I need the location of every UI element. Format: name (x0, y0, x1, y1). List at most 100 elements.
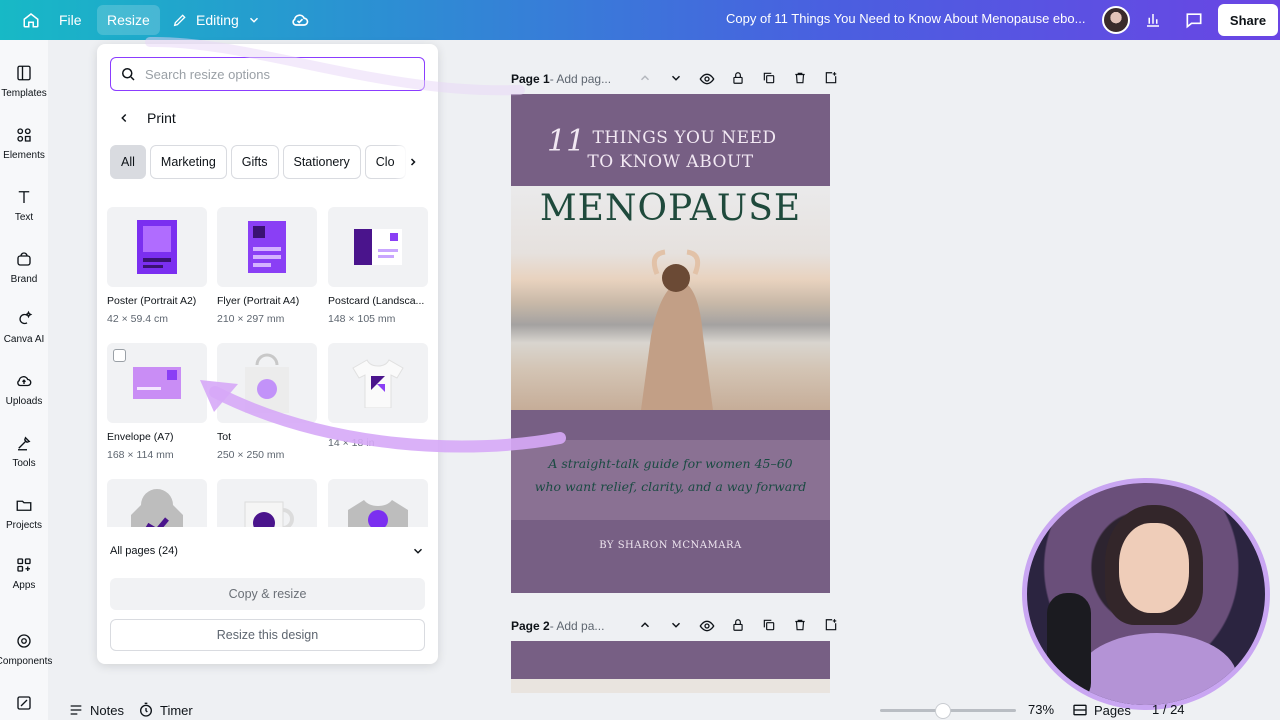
rail-item-templates[interactable]: Templates (0, 64, 48, 99)
page-label: Page 2 (511, 619, 550, 633)
option-size: 210 × 297 mm (217, 313, 285, 325)
resize-option[interactable]: 14 × 18 in (328, 343, 428, 449)
resize-option[interactable]: Postcard (Landsca... 148 × 105 mm (328, 207, 428, 325)
editing-mode-dropdown[interactable]: Editing (162, 5, 271, 35)
rail-item-brand[interactable]: Brand (0, 250, 48, 285)
avatar[interactable] (1102, 6, 1130, 34)
lock-icon (732, 619, 743, 631)
rail-item-canva-ai[interactable]: Canva AI (0, 310, 48, 345)
select-checkbox[interactable] (113, 349, 126, 362)
add-page-icon (825, 72, 836, 84)
resize-option[interactable]: Envelope (A7) 168 × 114 mm (107, 343, 207, 461)
eye-icon (699, 620, 714, 632)
hide-page-button[interactable] (691, 71, 722, 87)
add-page-icon (825, 619, 836, 631)
resize-option[interactable] (107, 479, 207, 527)
page-title-input[interactable]: - Add pag... (550, 72, 611, 86)
page-2-header: Page 2 - Add pa... (511, 614, 836, 638)
delete-page-button[interactable] (784, 71, 815, 87)
comments-button[interactable] (1182, 8, 1206, 32)
rail-label: Brand (10, 274, 38, 285)
resize-option[interactable]: Tot 250 × 250 mm (217, 343, 317, 461)
tshirt-thumbnail (328, 343, 428, 423)
chip-all[interactable]: All (110, 145, 146, 179)
rail-item-apps[interactable]: Apps (0, 556, 48, 591)
pages-button[interactable]: Pages (1072, 702, 1131, 718)
chip-marketing[interactable]: Marketing (149, 145, 227, 179)
move-down-button[interactable] (660, 618, 691, 634)
bar-chart-icon (1147, 14, 1159, 27)
resize-option[interactable]: Poster (Portrait A2) 42 × 59.4 cm (107, 207, 207, 325)
cover-big-title: MENOPAUSE (539, 188, 802, 229)
rail-item-projects[interactable]: Projects (0, 496, 48, 531)
chips-next-button[interactable] (395, 145, 425, 179)
notes-label: Notes (90, 702, 124, 718)
zoom-slider-handle[interactable] (934, 703, 951, 719)
insights-button[interactable] (1141, 8, 1165, 32)
chip-stationery[interactable]: Stationery (282, 145, 361, 179)
resize-button[interactable]: Resize (97, 5, 160, 35)
lock-page-button[interactable] (722, 71, 753, 87)
resize-option[interactable] (328, 479, 428, 527)
add-page-button[interactable] (815, 71, 846, 87)
zoom-value[interactable]: 73% (1028, 702, 1054, 717)
page-1-canvas[interactable]: THINGS YOU NEED TO KNOW ABOUT 11 MENOPAU… (511, 94, 830, 593)
cloud-save-status[interactable] (280, 5, 320, 35)
rail-item-uploads[interactable]: Uploads (0, 372, 48, 407)
flyer-thumbnail (217, 207, 317, 287)
webcam-overlay (1022, 478, 1270, 710)
move-up-button[interactable] (629, 71, 660, 87)
timer-button[interactable]: Timer (138, 702, 193, 718)
postcard-thumbnail (328, 207, 428, 287)
document-title[interactable]: Copy of 11 Things You Need to Know About… (726, 11, 1085, 26)
rail-item-elements[interactable]: Elements (0, 126, 48, 161)
envelope-thumbnail (107, 343, 207, 423)
rail-item-draw[interactable] (0, 694, 48, 718)
move-up-button[interactable] (629, 618, 660, 634)
rail-item-text[interactable]: Text (0, 188, 48, 223)
back-chevron-icon[interactable] (117, 111, 131, 125)
resize-panel: Print AllMarketingGiftsStationeryClo Pos… (97, 44, 438, 664)
resize-option[interactable] (217, 479, 317, 527)
duplicate-icon (763, 72, 774, 84)
hide-page-button[interactable] (691, 618, 722, 634)
chevron-up-icon (640, 75, 649, 81)
resize-this-design-button[interactable]: Resize this design (110, 619, 425, 651)
page-2-canvas[interactable] (511, 641, 830, 693)
rail-item-tools[interactable]: Tools (0, 434, 48, 469)
page-title-input[interactable]: - Add pa... (550, 619, 605, 633)
duplicate-page-button[interactable] (753, 71, 784, 87)
duplicate-icon (763, 619, 774, 631)
rail-item-components[interactable]: Components (0, 632, 52, 667)
chip-gifts[interactable]: Gifts (230, 145, 279, 179)
option-name: Flyer (Portrait A4) (217, 295, 300, 307)
option-size: 250 × 250 mm (217, 449, 285, 461)
components-icon (17, 634, 31, 648)
copy-and-resize-button[interactable]: Copy & resize (110, 578, 425, 610)
option-name: Tot (217, 431, 232, 443)
add-page-button[interactable] (815, 618, 846, 634)
home-button[interactable] (12, 5, 50, 35)
resize-option[interactable]: Flyer (Portrait A4) 210 × 297 mm (217, 207, 317, 325)
rail-label: Tools (12, 458, 36, 469)
share-button[interactable]: Share (1218, 4, 1278, 36)
lock-page-button[interactable] (722, 618, 753, 634)
elements-icon (17, 128, 31, 142)
option-size: 148 × 105 mm (328, 313, 396, 325)
search-icon (122, 68, 135, 81)
duplicate-page-button[interactable] (753, 618, 784, 634)
cloud-check-icon (292, 14, 309, 26)
notes-button[interactable]: Notes (68, 702, 124, 718)
sweatshirt-thumbnail (328, 479, 428, 527)
delete-page-button[interactable] (784, 618, 815, 634)
bottom-bar: Notes Timer 73% Pages 1 / 24 (48, 700, 1280, 720)
lock-icon (732, 72, 743, 84)
search-input[interactable] (145, 66, 405, 82)
timer-icon (140, 702, 152, 717)
all-pages-selector[interactable]: All pages (24) (110, 544, 425, 558)
cover-tagline: A straight-talk guide for women 45–60 wh… (511, 452, 830, 498)
rail-label: Templates (1, 88, 47, 99)
chevron-down-icon (671, 75, 680, 81)
move-down-button[interactable] (660, 71, 691, 87)
file-menu[interactable]: File (49, 5, 92, 35)
